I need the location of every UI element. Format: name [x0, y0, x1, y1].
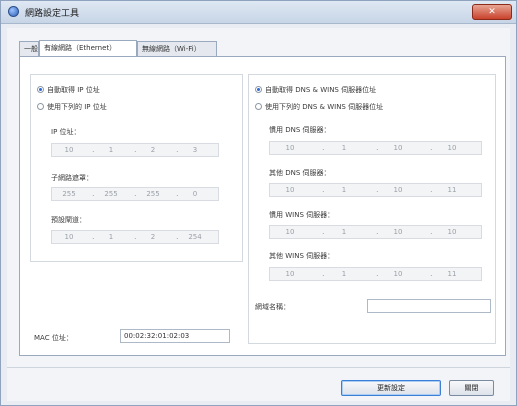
awins-octet-4: 11	[447, 270, 457, 278]
ip-manual-radio[interactable]: 使用下列的 IP 位址	[37, 102, 107, 112]
octet-separator: .	[322, 269, 325, 278]
ip-auto-label: 自動取得 IP 位址	[47, 86, 100, 94]
ip-manual-label: 使用下列的 IP 位址	[47, 103, 107, 111]
domain-name-label: 網域名稱：	[255, 303, 290, 311]
tab-general[interactable]: 一般	[19, 41, 39, 56]
awins-octet-1: 10	[285, 270, 295, 278]
gateway-octet-3: 2	[150, 233, 156, 241]
ip-auto-radio[interactable]: 自動取得 IP 位址	[37, 85, 100, 95]
octet-separator: .	[176, 189, 179, 198]
close-button[interactable]: 關閉	[449, 380, 494, 396]
octet-separator: .	[430, 269, 433, 278]
dns-manual-radio[interactable]: 使用下列的 DNS & WINS 伺服器位址	[255, 102, 383, 112]
adns-octet-1: 10	[285, 186, 295, 194]
gateway-octet-4: 254	[188, 233, 202, 241]
mac-address-label: MAC 位址：	[34, 334, 73, 342]
adns-octet-2: 1	[341, 186, 347, 194]
gateway-octet-2: 1	[108, 233, 114, 241]
pwins-octet-3: 10	[393, 228, 403, 236]
apply-settings-button[interactable]: 更新設定	[341, 380, 441, 396]
octet-separator: .	[176, 232, 179, 241]
awins-octet-3: 10	[393, 270, 403, 278]
gateway-octet-1: 10	[64, 233, 74, 241]
radio-unchecked-icon	[255, 103, 262, 110]
subnet-octet-2: 255	[104, 190, 118, 198]
preferred-wins-label: 慣用 WINS 伺服器：	[269, 211, 335, 219]
domain-name-input[interactable]	[367, 299, 491, 313]
dns-auto-label: 自動取得 DNS & WINS 伺服器位址	[265, 86, 377, 94]
octet-separator: .	[134, 232, 137, 241]
mac-address-field: 00:02:32:01:02:03	[120, 329, 230, 343]
radio-checked-icon	[255, 86, 262, 93]
alternate-wins-label: 其他 WINS 伺服器：	[269, 252, 335, 260]
octet-separator: .	[92, 189, 95, 198]
octet-separator: .	[376, 185, 379, 194]
ip-octet-2: 1	[108, 146, 114, 154]
alternate-dns-field[interactable]: 10 . 1 . 10 . 11	[269, 183, 482, 197]
dns-manual-label: 使用下列的 DNS & WINS 伺服器位址	[265, 103, 384, 111]
tab-wifi[interactable]: 無線網路（Wi-Fi）	[137, 41, 217, 56]
octet-separator: .	[376, 227, 379, 236]
ip-address-field[interactable]: 10 . 1 . 2 . 3	[51, 143, 219, 157]
preferred-wins-field[interactable]: 10 . 1 . 10 . 10	[269, 225, 482, 239]
octet-separator: .	[322, 185, 325, 194]
adns-octet-4: 11	[447, 186, 457, 194]
pdns-octet-2: 1	[341, 144, 347, 152]
network-app-icon	[8, 6, 19, 17]
ip-settings-group: 自動取得 IP 位址 使用下列的 IP 位址 IP 位址： 10 . 1 . 2…	[30, 74, 243, 262]
octet-separator: .	[176, 145, 179, 154]
title-bar[interactable]: 網路設定工具 ✕	[1, 1, 516, 24]
subnet-octet-4: 0	[192, 190, 198, 198]
subnet-octet-3: 255	[146, 190, 160, 198]
close-icon: ✕	[488, 7, 496, 17]
ip-octet-1: 10	[64, 146, 74, 154]
gateway-field[interactable]: 10 . 1 . 2 . 254	[51, 230, 219, 244]
dns-settings-group: 自動取得 DNS & WINS 伺服器位址 使用下列的 DNS & WINS 伺…	[248, 74, 496, 344]
pdns-octet-3: 10	[393, 144, 403, 152]
gateway-label: 預設閘道：	[51, 216, 86, 224]
awins-octet-2: 1	[341, 270, 347, 278]
radio-unchecked-icon	[37, 103, 44, 110]
ethernet-tab-panel: 自動取得 IP 位址 使用下列的 IP 位址 IP 位址： 10 . 1 . 2…	[19, 56, 506, 356]
pdns-octet-4: 10	[447, 144, 457, 152]
octet-separator: .	[322, 227, 325, 236]
pwins-octet-1: 10	[285, 228, 295, 236]
window-title: 網路設定工具	[25, 9, 80, 19]
octet-separator: .	[430, 227, 433, 236]
octet-separator: .	[134, 189, 137, 198]
subnet-mask-field[interactable]: 255 . 255 . 255 . 0	[51, 187, 219, 201]
app-window: 網路設定工具 ✕ 一般 有線網路（Ethernet） 無線網路（Wi-Fi） 自…	[0, 0, 517, 406]
dns-auto-radio[interactable]: 自動取得 DNS & WINS 伺服器位址	[255, 85, 376, 95]
tab-ethernet[interactable]: 有線網路（Ethernet）	[39, 40, 137, 57]
subnet-mask-label: 子網路遮罩：	[51, 174, 93, 182]
octet-separator: .	[322, 143, 325, 152]
octet-separator: .	[376, 269, 379, 278]
ip-octet-3: 2	[150, 146, 156, 154]
ip-address-label: IP 位址：	[51, 128, 81, 136]
octet-separator: .	[376, 143, 379, 152]
radio-checked-icon	[37, 86, 44, 93]
subnet-octet-1: 255	[62, 190, 76, 198]
octet-separator: .	[430, 143, 433, 152]
alternate-dns-label: 其他 DNS 伺服器：	[269, 169, 331, 177]
adns-octet-3: 10	[393, 186, 403, 194]
octet-separator: .	[430, 185, 433, 194]
pwins-octet-4: 10	[447, 228, 457, 236]
pwins-octet-2: 1	[341, 228, 347, 236]
window-close-button[interactable]: ✕	[472, 4, 512, 20]
octet-separator: .	[92, 232, 95, 241]
preferred-dns-field[interactable]: 10 . 1 . 10 . 10	[269, 141, 482, 155]
footer-divider	[7, 367, 510, 368]
preferred-dns-label: 慣用 DNS 伺服器：	[269, 126, 331, 134]
pdns-octet-1: 10	[285, 144, 295, 152]
ip-octet-4: 3	[192, 146, 198, 154]
alternate-wins-field[interactable]: 10 . 1 . 10 . 11	[269, 267, 482, 281]
octet-separator: .	[134, 145, 137, 154]
octet-separator: .	[92, 145, 95, 154]
